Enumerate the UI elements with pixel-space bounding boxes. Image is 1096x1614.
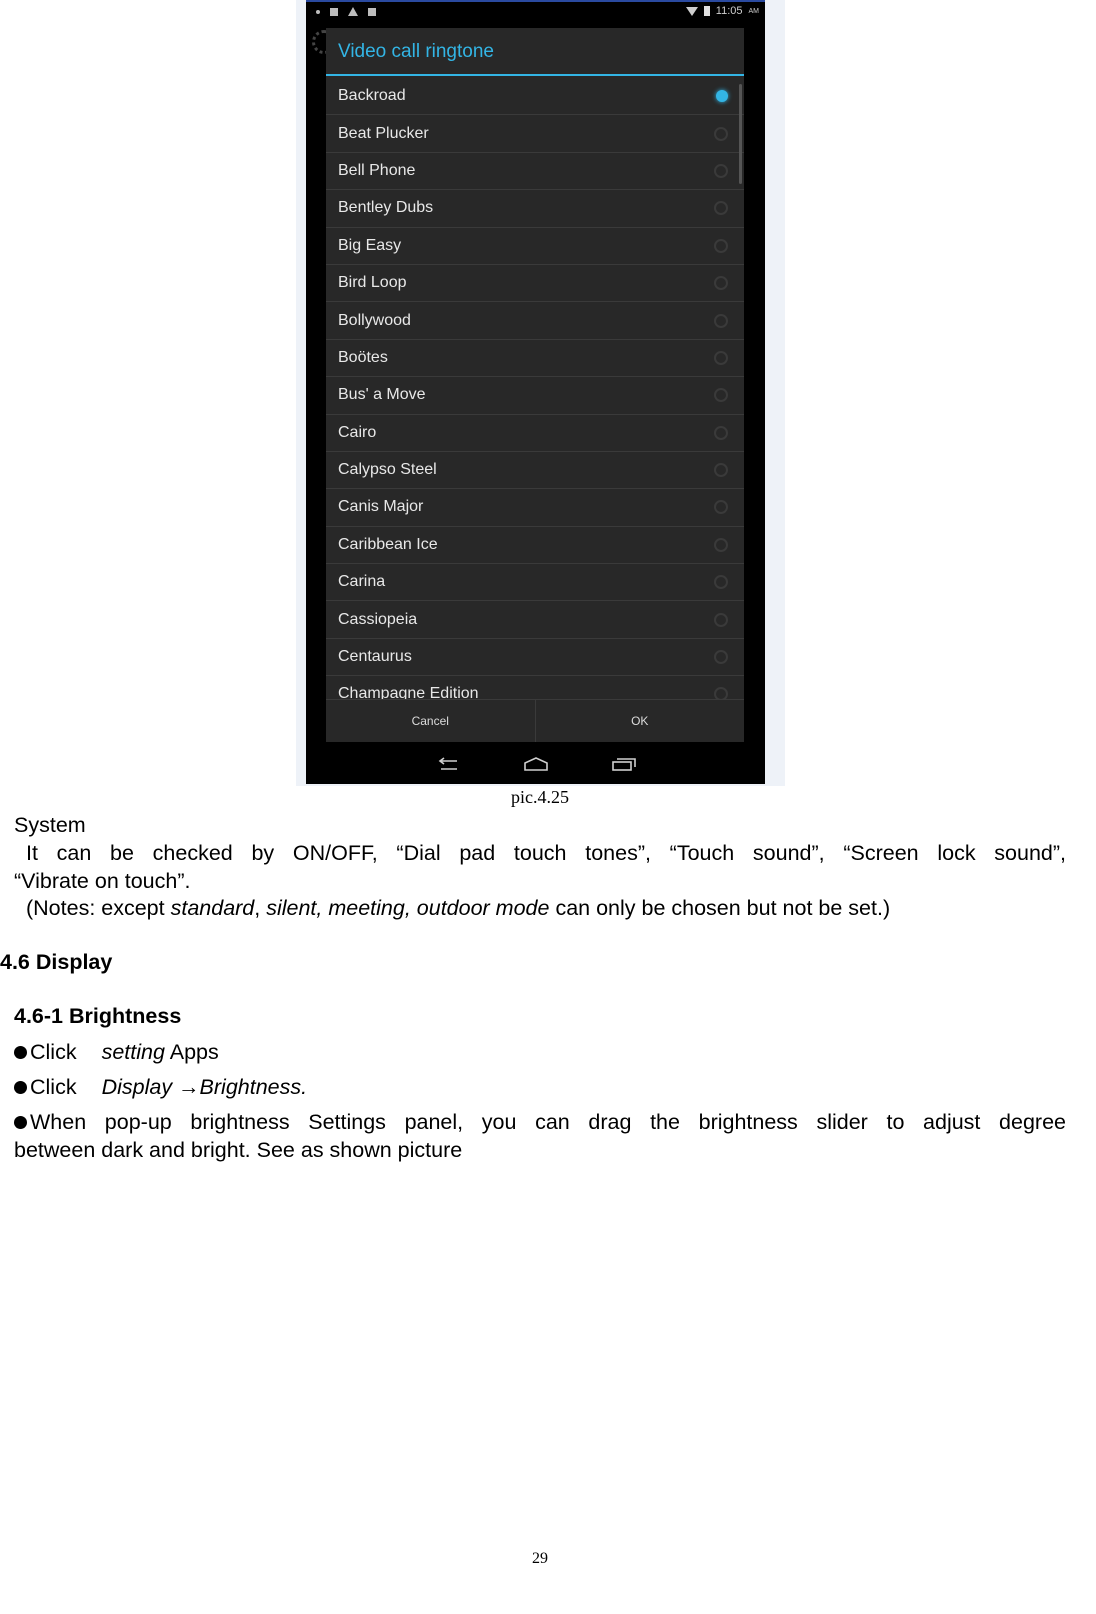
ringtone-item[interactable]: Carina	[326, 564, 744, 602]
list-scrollbar[interactable]	[739, 84, 742, 184]
radio-unselected-icon[interactable]	[714, 126, 728, 141]
ringtone-screenshot: 11:05 AM Video call ringtone Backroad Beat…	[296, 0, 785, 786]
step-2-prefix: Click	[30, 1075, 77, 1099]
page-number: 29	[532, 1550, 548, 1567]
radio-unselected-icon[interactable]	[714, 276, 728, 291]
dialog-title: Video call ringtone	[326, 28, 744, 76]
ringtone-name: Carina	[338, 573, 386, 591]
step-1-italic: setting	[101, 1040, 165, 1064]
system-notes: (Notes: except standard, silent, meeting…	[26, 894, 890, 922]
step-3-text: When pop-up brightness Settings panel, y…	[30, 1110, 1066, 1134]
wifi-icon	[685, 6, 698, 16]
status-bar: 11:05 AM	[306, 2, 765, 24]
ringtone-name: Cassiopeia	[338, 610, 418, 628]
ringtone-name: Bell Phone	[338, 161, 416, 179]
ringtone-item[interactable]: Calypso Steel	[326, 452, 744, 490]
radio-unselected-icon[interactable]	[714, 350, 728, 365]
ringtone-item[interactable]: Caribbean Ice	[326, 527, 744, 565]
radio-unselected-icon[interactable]	[714, 238, 728, 253]
recent-apps-icon[interactable]	[611, 757, 637, 771]
clock-ampm: AM	[748, 7, 760, 15]
step-3-line1: When pop-up brightness Settings panel, y…	[14, 1108, 1066, 1136]
dialog-button-bar: Cancel OK	[326, 699, 744, 742]
battery-icon	[703, 6, 710, 16]
bullet-icon	[14, 1081, 27, 1094]
ringtone-name: Bollywood	[338, 311, 411, 329]
step-3-line2: between dark and bright. See as shown pi…	[14, 1138, 463, 1162]
back-icon[interactable]	[435, 757, 461, 771]
ringtone-name: Bentley Dubs	[338, 199, 434, 217]
warning-icon	[348, 7, 358, 16]
ringtone-item[interactable]: Boötes	[326, 340, 744, 378]
step-1-prefix: Click	[30, 1040, 77, 1064]
bullet-icon	[14, 1116, 27, 1129]
system-heading: System	[14, 813, 86, 837]
ringtone-name: Big Easy	[338, 236, 402, 254]
ringtone-item[interactable]: Cairo	[326, 415, 744, 452]
ringtone-name: Cairo	[338, 423, 377, 441]
ringtone-item[interactable]: Bus' a Move	[326, 377, 744, 415]
radio-unselected-icon[interactable]	[714, 500, 728, 515]
ok-button[interactable]: OK	[534, 700, 745, 742]
step-2: Click Display →Brightness.	[14, 1073, 307, 1101]
ringtone-item[interactable]: Bollywood	[326, 302, 744, 340]
radio-unselected-icon[interactable]	[714, 537, 728, 552]
bullet-icon	[14, 1046, 27, 1059]
home-icon[interactable]	[523, 757, 549, 771]
ringtone-name: Backroad	[338, 87, 406, 105]
ringtone-name: Caribbean Ice	[338, 535, 438, 553]
ringtone-item[interactable]: Canis Major	[326, 489, 744, 527]
radio-unselected-icon[interactable]	[714, 612, 728, 627]
ringtone-item[interactable]: Beat Plucker	[326, 115, 744, 153]
step-2-italic: Display →Brightness.	[101, 1075, 308, 1099]
ringtone-name: Beat Plucker	[338, 124, 429, 142]
notification-dot-icon	[316, 9, 320, 14]
ringtone-item[interactable]: Bell Phone	[326, 153, 744, 191]
ringtone-item[interactable]: Big Easy	[326, 228, 744, 265]
radio-selected-icon[interactable]	[716, 90, 728, 103]
ringtone-name: Boötes	[338, 348, 388, 366]
radio-unselected-icon[interactable]	[714, 425, 728, 440]
ringtone-list[interactable]: Backroad Beat Plucker Bell Phone Bentley Du…	[326, 78, 744, 702]
message-icon	[368, 7, 376, 16]
radio-unselected-icon[interactable]	[714, 388, 728, 403]
radio-unselected-icon[interactable]	[714, 650, 728, 665]
ringtone-dialog: Video call ringtone Backroad Beat Plucker…	[326, 28, 744, 742]
ringtone-name: Centaurus	[338, 648, 412, 666]
ringtone-item[interactable]: Bentley Dubs	[326, 190, 744, 228]
ringtone-item[interactable]: Backroad	[326, 78, 744, 116]
subsection-heading: 4.6-1 Brightness	[14, 1004, 182, 1028]
figure-caption: pic.4.25	[511, 787, 569, 807]
system-paragraph-line2: “Vibrate on touch”.	[14, 869, 191, 893]
radio-unselected-icon[interactable]	[714, 575, 728, 590]
system-paragraph-line1: It can be checked by ON/OFF, “Dial pad t…	[26, 841, 1066, 865]
cancel-button[interactable]: Cancel	[326, 700, 535, 742]
ringtone-item[interactable]: Cassiopeia	[326, 601, 744, 639]
clock: 11:05	[715, 5, 743, 17]
section-heading: 4.6 Display	[0, 950, 113, 974]
notes-suffix: can only be chosen but not be set.)	[549, 896, 891, 920]
notification-screen-icon	[330, 7, 338, 16]
step-1-suffix: Apps	[164, 1040, 219, 1064]
notes-prefix: (Notes: except	[26, 896, 171, 920]
ringtone-name: Bird Loop	[338, 274, 407, 292]
ringtone-item[interactable]: Bird Loop	[326, 265, 744, 303]
ringtone-name: Bus' a Move	[338, 386, 426, 404]
phone-screen: 11:05 AM Video call ringtone Backroad Beat…	[306, 0, 765, 784]
notes-sep: ,	[254, 896, 267, 920]
notes-italic-modes: silent, meeting, outdoor mode	[266, 896, 550, 920]
step-1: Click setting Apps	[14, 1038, 219, 1066]
radio-unselected-icon[interactable]	[714, 463, 728, 478]
ringtone-name: Canis Major	[338, 498, 424, 516]
ringtone-item[interactable]: Centaurus	[326, 639, 744, 677]
navigation-bar	[306, 744, 765, 784]
radio-unselected-icon[interactable]	[714, 201, 728, 216]
ringtone-name: Calypso Steel	[338, 461, 437, 479]
notes-italic-standard: standard	[170, 896, 255, 920]
radio-unselected-icon[interactable]	[714, 163, 728, 178]
radio-unselected-icon[interactable]	[714, 313, 728, 328]
